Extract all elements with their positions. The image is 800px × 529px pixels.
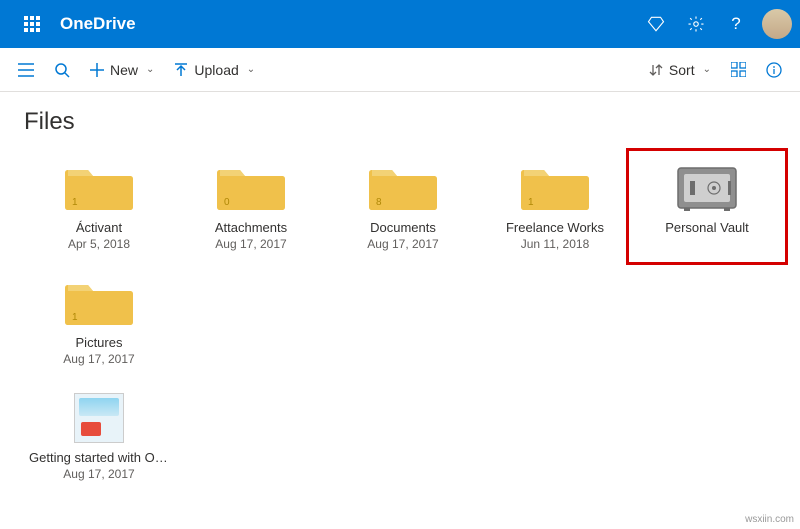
gear-icon [687, 15, 705, 33]
sort-label: Sort [669, 62, 695, 78]
premium-button[interactable] [636, 0, 676, 48]
folder-item[interactable]: 1 Pictures Aug 17, 2017 [24, 269, 174, 374]
upload-icon [174, 63, 188, 77]
vault-item[interactable]: Personal Vault [632, 154, 782, 259]
watermark-text: wsxiin.com [745, 514, 794, 525]
item-date: Aug 17, 2017 [367, 237, 438, 251]
chevron-down-icon: ⌄ [146, 64, 154, 75]
new-button[interactable]: New ⌄ [80, 48, 164, 92]
file-thumbnail [74, 393, 124, 443]
new-label: New [110, 62, 138, 78]
diamond-icon [647, 15, 665, 33]
upload-label: Upload [194, 62, 238, 78]
sort-icon [649, 63, 663, 77]
item-name: Pictures [76, 335, 123, 350]
nav-toggle-button[interactable] [8, 48, 44, 92]
item-date: Aug 17, 2017 [63, 467, 134, 481]
help-icon: ? [731, 14, 740, 34]
item-date: Aug 17, 2017 [63, 352, 134, 366]
file-grid: 1 Áctivant Apr 5, 2018 0 Attachments Aug 1… [24, 154, 776, 489]
brand-name: OneDrive [60, 14, 136, 34]
hamburger-icon [18, 63, 34, 77]
item-name: Freelance Works [506, 220, 604, 235]
item-name: Attachments [215, 220, 287, 235]
plus-icon [90, 63, 104, 77]
upload-button[interactable]: Upload ⌄ [164, 48, 265, 92]
item-name: Getting started with OneD... [29, 450, 169, 465]
chevron-down-icon: ⌄ [247, 64, 255, 75]
item-name: Personal Vault [665, 220, 749, 235]
account-avatar[interactable] [762, 9, 792, 39]
tiles-icon [731, 62, 746, 77]
vault-icon [672, 162, 742, 214]
view-tiles-button[interactable] [721, 48, 756, 92]
folder-item[interactable]: 0 Attachments Aug 17, 2017 [176, 154, 326, 259]
search-icon [54, 62, 70, 78]
folder-count: 1 [528, 197, 534, 208]
folder-count: 1 [72, 197, 78, 208]
command-bar: New ⌄ Upload ⌄ Sort ⌄ [0, 48, 800, 92]
file-item[interactable]: Getting started with OneD... Aug 17, 2017 [24, 384, 174, 489]
folder-item[interactable]: 1 Áctivant Apr 5, 2018 [24, 154, 174, 259]
settings-button[interactable] [676, 0, 716, 48]
help-button[interactable]: ? [716, 0, 756, 48]
item-name: Documents [370, 220, 436, 235]
item-name: Áctivant [76, 220, 122, 235]
app-launcher-button[interactable] [8, 0, 56, 48]
folder-count: 1 [72, 312, 78, 323]
waffle-icon [24, 16, 40, 32]
page-title: Files [24, 108, 776, 136]
chevron-down-icon: ⌄ [703, 64, 711, 75]
item-date: Jun 11, 2018 [521, 237, 590, 251]
folder-count: 0 [224, 197, 230, 208]
global-header: OneDrive ? [0, 0, 800, 48]
info-icon [766, 62, 782, 78]
item-date: Apr 5, 2018 [68, 237, 130, 251]
folder-count: 8 [376, 197, 382, 208]
sort-button[interactable]: Sort ⌄ [639, 48, 721, 92]
content-area: Files 1 Áctivant Apr 5, 2018 0 Attachment… [0, 92, 800, 505]
folder-item[interactable]: 8 Documents Aug 17, 2017 [328, 154, 478, 259]
folder-item[interactable]: 1 Freelance Works Jun 11, 2018 [480, 154, 630, 259]
item-date: Aug 17, 2017 [215, 237, 286, 251]
info-button[interactable] [756, 48, 792, 92]
search-button[interactable] [44, 48, 80, 92]
